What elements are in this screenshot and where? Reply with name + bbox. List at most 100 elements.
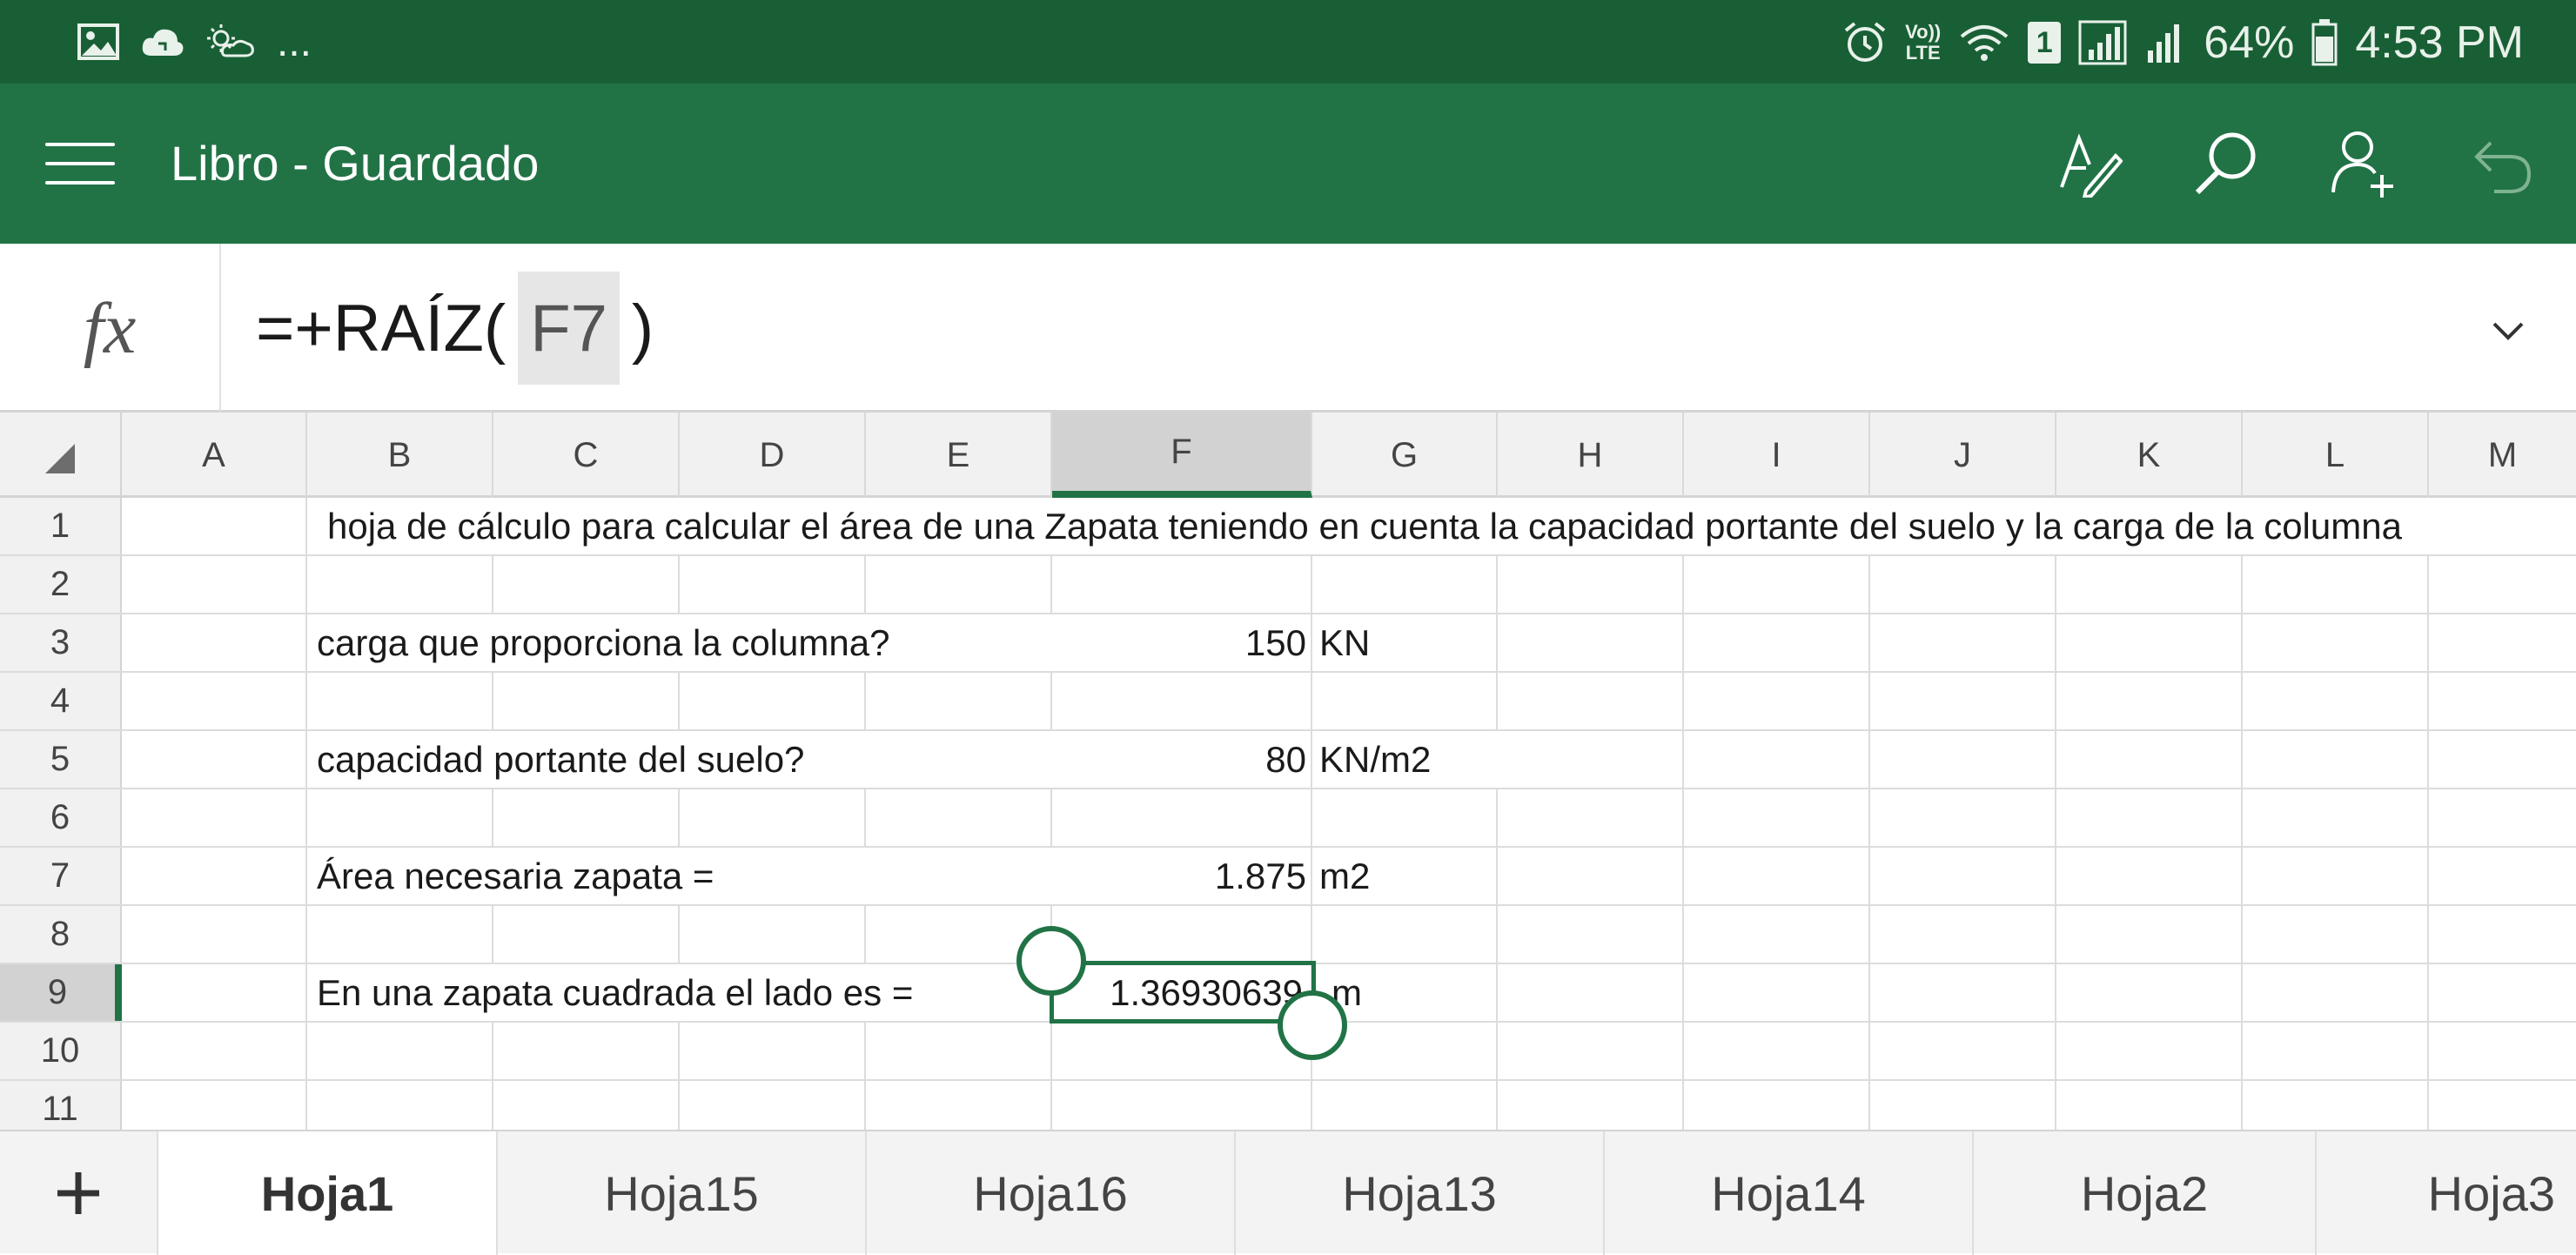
column-header-d[interactable]: D <box>680 413 866 498</box>
tab-hoja13[interactable]: Hoja13 <box>1236 1131 1605 1255</box>
selection-handle-start[interactable] <box>1016 926 1086 996</box>
column-header-m[interactable]: M <box>2429 413 2576 498</box>
status-left: ... <box>77 16 312 68</box>
cell-g7[interactable]: m2 <box>1319 848 1370 904</box>
tab-hoja16[interactable]: Hoja16 <box>867 1131 1236 1255</box>
grid-cell <box>2056 906 2243 963</box>
column-headers: A B C D E F G H I J K L M <box>0 413 2576 498</box>
column-header-k[interactable]: K <box>2056 413 2243 498</box>
grid-cell <box>680 789 866 846</box>
chevron-down-icon[interactable] <box>2482 305 2534 357</box>
grid-cell <box>1052 1081 1312 1130</box>
cell-g5[interactable]: KN/m2 <box>1319 731 1431 788</box>
grid-cell <box>2243 906 2429 963</box>
row-header-7[interactable]: 7 <box>0 848 122 904</box>
column-header-i[interactable]: I <box>1684 413 1870 498</box>
grid-cell <box>866 1023 1052 1079</box>
grid-cell <box>493 1023 680 1079</box>
select-all-corner[interactable] <box>0 413 122 498</box>
cell-b9[interactable]: En una zapata cuadrada el lado es = <box>317 964 913 1021</box>
row-header-9[interactable]: 9 <box>0 964 122 1021</box>
column-header-l[interactable]: L <box>2243 413 2429 498</box>
select-all-icon <box>45 444 75 473</box>
grid-cell <box>2056 1081 2243 1130</box>
cell-b1[interactable]: hoja de cálculo para calcular el área de… <box>327 498 2402 554</box>
spreadsheet-grid[interactable]: A B C D E F G H I J K L M 1 hoja de cálc… <box>0 413 2576 1130</box>
cell-b3[interactable]: carga que proporciona la columna? <box>317 614 889 671</box>
grid-cell <box>1870 556 2056 613</box>
cell-f5[interactable]: 80 <box>1052 731 1306 788</box>
row-header-1[interactable]: 1 <box>0 498 122 554</box>
cell-g3[interactable]: KN <box>1319 614 1370 671</box>
grid-cell <box>1684 614 1870 671</box>
tab-hoja3[interactable]: Hoja3 <box>2317 1131 2576 1255</box>
column-header-b[interactable]: B <box>307 413 493 498</box>
status-right: Vo)) LTE 1 64% 4:53 PM <box>1842 12 2524 73</box>
draw-icon[interactable] <box>2049 124 2129 204</box>
grid-cell <box>2056 789 2243 846</box>
function-icon[interactable]: fx <box>0 244 221 413</box>
grid-cell <box>1052 789 1312 846</box>
cell-b7[interactable]: Área necesaria zapata = <box>317 848 714 904</box>
share-person-icon[interactable] <box>2324 124 2404 204</box>
row-header-10[interactable]: 10 <box>0 1023 122 1079</box>
grid-cell <box>1870 964 2056 1021</box>
column-header-a[interactable]: A <box>122 413 307 498</box>
tab-hoja14[interactable]: Hoja14 <box>1605 1131 1974 1255</box>
row-header-3[interactable]: 3 <box>0 614 122 671</box>
cloud-sync-icon <box>139 16 186 68</box>
grid-cell <box>2056 731 2243 788</box>
hamburger-menu-icon[interactable] <box>45 138 115 190</box>
grid-cell <box>1052 1023 1312 1079</box>
tab-hoja2[interactable]: Hoja2 <box>1974 1131 2317 1255</box>
grid-cell <box>493 556 680 613</box>
signal-sim1-icon <box>2078 17 2127 69</box>
grid-cell <box>1498 1023 1684 1079</box>
wifi-icon <box>1958 17 2010 69</box>
sheet-tabs-bar: Hoja1 Hoja15 Hoja16 Hoja13 Hoja14 Hoja2 … <box>0 1130 2576 1255</box>
row-header-5[interactable]: 5 <box>0 731 122 788</box>
grid-cell <box>122 556 307 613</box>
volte-indicator: Vo)) LTE <box>1905 21 1942 64</box>
cell-f3[interactable]: 150 <box>1052 614 1306 671</box>
grid-cell <box>122 1081 307 1130</box>
grid-cell <box>1684 789 1870 846</box>
grid-cell <box>307 789 493 846</box>
row-header-6[interactable]: 6 <box>0 789 122 846</box>
grid-cell <box>1684 1023 1870 1079</box>
tab-hoja1[interactable]: Hoja1 <box>158 1131 498 1255</box>
row-header-2[interactable]: 2 <box>0 556 122 613</box>
grid-cell <box>2243 673 2429 729</box>
add-sheet-button[interactable] <box>0 1131 158 1255</box>
grid-cell <box>1312 906 1498 963</box>
grid-cell <box>2243 731 2429 788</box>
undo-icon[interactable] <box>2461 124 2541 204</box>
column-header-f[interactable]: F <box>1052 413 1312 498</box>
column-header-c[interactable]: C <box>493 413 680 498</box>
selection-handle-end[interactable] <box>1278 990 1347 1060</box>
cell-f7[interactable]: 1.875 <box>1052 848 1306 904</box>
grid-cell <box>122 789 307 846</box>
battery-icon <box>2311 17 2338 69</box>
row-header-11[interactable]: 11 <box>0 1081 122 1130</box>
app-bar: Libro - Guardado <box>0 84 2576 244</box>
column-header-j[interactable]: J <box>1870 413 2056 498</box>
grid-cell <box>680 556 866 613</box>
cell-a1[interactable] <box>122 498 307 554</box>
grid-cell <box>1870 614 2056 671</box>
formula-cell-reference[interactable]: F7 <box>518 272 620 385</box>
cell-b5[interactable]: capacidad portante del suelo? <box>317 731 804 788</box>
column-header-g[interactable]: G <box>1312 413 1498 498</box>
grid-cell <box>680 906 866 963</box>
grid-cell <box>1870 848 2056 904</box>
row-header-4[interactable]: 4 <box>0 673 122 729</box>
column-header-e[interactable]: E <box>866 413 1052 498</box>
grid-cell <box>680 1081 866 1130</box>
formula-input[interactable]: =+RAÍZ( F7 ) <box>256 270 654 386</box>
row-header-8[interactable]: 8 <box>0 906 122 963</box>
grid-cell <box>2056 673 2243 729</box>
tab-hoja15[interactable]: Hoja15 <box>498 1131 867 1255</box>
search-icon[interactable] <box>2186 124 2266 204</box>
column-header-h[interactable]: H <box>1498 413 1684 498</box>
table-row: 11 <box>0 1081 2576 1130</box>
